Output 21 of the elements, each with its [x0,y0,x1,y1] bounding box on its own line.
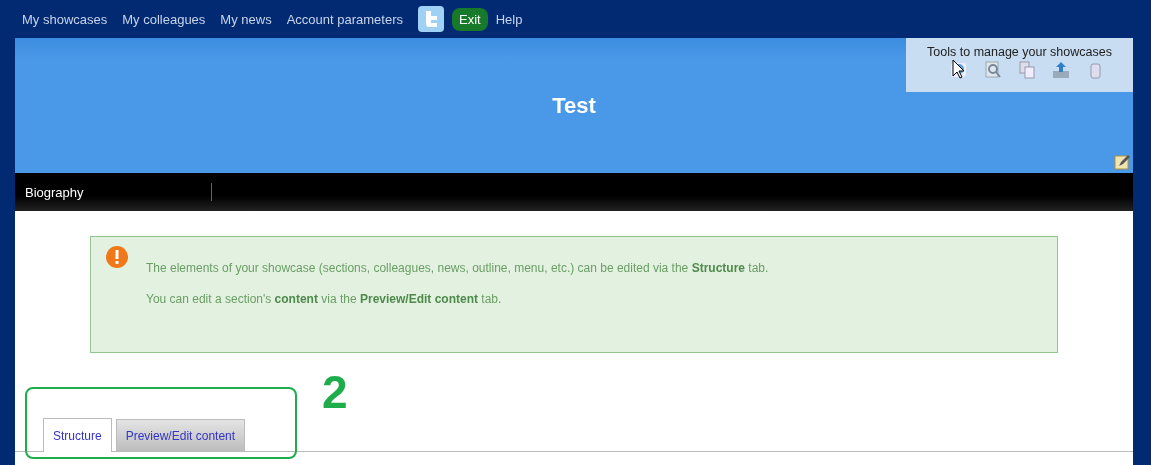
annotation-number: 2 [322,365,348,419]
section-nav-item[interactable]: Biography [15,183,212,201]
upload-icon[interactable] [1051,61,1070,79]
nav-link[interactable]: My showcases [22,11,108,27]
bird-icon[interactable] [418,6,444,32]
nav-link[interactable]: My news [220,11,272,27]
nav-link[interactable]: Account parameters [286,11,403,27]
showcase-title: Test [552,92,596,119]
tab[interactable]: Structure [43,418,112,452]
notice-text: You can edit a section's content via the Preview/Edit content tab. [146,292,503,306]
tab[interactable]: Preview/Edit content [115,419,246,451]
notice-text: The elements of your showcase (sections, colleagues, news, outline, menu, etc.) can be edited via the Structure tab. [146,261,770,275]
tools-title: Tools to manage your showcases [927,45,1112,59]
exit-button[interactable]: Exit [452,7,488,31]
edit-icon[interactable] [1114,154,1130,170]
help-link[interactable]: Help [495,11,523,27]
nav-link[interactable]: My colleagues [122,11,206,27]
cursor-icon [952,59,966,79]
magnifier-icon[interactable] [983,61,1002,79]
copy-icon[interactable] [1017,61,1036,79]
warning-icon [105,245,129,269]
